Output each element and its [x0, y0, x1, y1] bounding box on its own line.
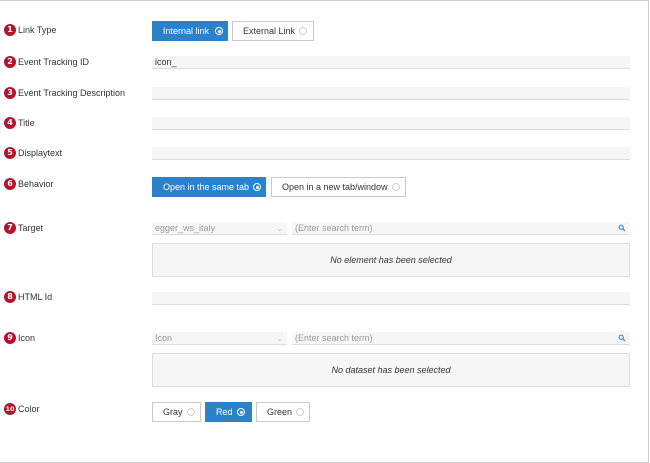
step-badge-1: 1 [4, 24, 16, 36]
icon-select[interactable]: Icon ⌄ [152, 332, 287, 345]
target-selection-empty: No element has been selected [152, 243, 630, 277]
title-input[interactable] [152, 117, 630, 130]
target-select[interactable]: egger_ws_italy ⌄ [152, 222, 287, 235]
chevron-down-icon: ⌄ [276, 224, 283, 233]
radio-selected-icon [215, 27, 223, 35]
chevron-down-icon: ⌄ [276, 334, 283, 343]
target-select-value: egger_ws_italy [155, 223, 216, 233]
event-tracking-id-label: Event Tracking ID [18, 57, 90, 67]
option-label: Internal link [163, 26, 210, 36]
step-badge-7: 7 [4, 222, 16, 234]
icon-search-placeholder: (Enter search term) [295, 333, 373, 343]
event-tracking-id-input[interactable]: icon_ [152, 56, 630, 69]
radio-unselected-icon [187, 408, 195, 416]
step-badge-10: 10 [4, 403, 16, 415]
title-label: Title [18, 118, 35, 128]
option-label: Gray [163, 407, 183, 417]
radio-unselected-icon [296, 408, 304, 416]
icon-search-input[interactable]: (Enter search term) [292, 332, 630, 345]
option-label: Green [267, 407, 293, 417]
search-icon[interactable] [618, 224, 626, 232]
displaytext-label: Displaytext [18, 148, 63, 158]
link-type-internal-option[interactable]: Internal link [152, 21, 228, 41]
target-label: Target [18, 223, 44, 233]
step-badge-2: 2 [4, 56, 16, 68]
option-label: External Link [243, 26, 296, 36]
color-gray-option[interactable]: Gray [152, 402, 201, 422]
target-search-placeholder: (Enter search term) [295, 223, 373, 233]
radio-unselected-icon [299, 27, 307, 35]
color-label: Color [18, 404, 40, 414]
color-green-option[interactable]: Green [256, 402, 310, 422]
step-badge-4: 4 [4, 117, 16, 129]
event-tracking-description-label: Event Tracking Description [18, 88, 126, 98]
icon-selection-empty: No dataset has been selected [152, 353, 630, 387]
target-search-input[interactable]: (Enter search term) [292, 222, 630, 235]
link-type-label: Link Type [18, 25, 57, 35]
displaytext-input[interactable] [152, 147, 630, 160]
link-type-external-option[interactable]: External Link [232, 21, 314, 41]
radio-selected-icon [253, 183, 261, 191]
step-badge-6: 6 [4, 178, 16, 190]
step-badge-9: 9 [4, 332, 16, 344]
option-label: Red [216, 407, 233, 417]
icon-label: Icon [18, 333, 36, 343]
step-badge-3: 3 [4, 87, 16, 99]
step-badge-5: 5 [4, 147, 16, 159]
event-tracking-description-input[interactable] [152, 87, 630, 100]
behavior-new-tab-option[interactable]: Open in a new tab/window [271, 177, 406, 197]
option-label: Open in the same tab [163, 182, 250, 192]
radio-unselected-icon [392, 183, 400, 191]
html-id-input[interactable] [152, 292, 630, 305]
step-badge-8: 8 [4, 291, 16, 303]
behavior-label: Behavior [18, 179, 54, 189]
html-id-label: HTML Id [18, 292, 53, 302]
search-icon[interactable] [618, 334, 626, 342]
color-red-option[interactable]: Red [205, 402, 252, 422]
option-label: Open in a new tab/window [282, 182, 388, 192]
icon-select-value: Icon [155, 333, 173, 343]
radio-selected-icon [237, 408, 245, 416]
behavior-same-tab-option[interactable]: Open in the same tab [152, 177, 266, 197]
